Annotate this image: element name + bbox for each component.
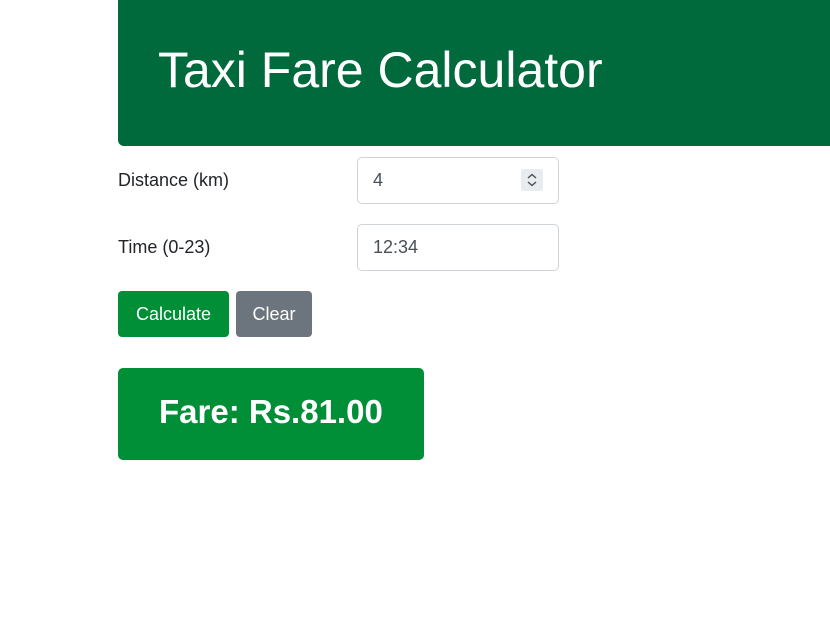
clear-button[interactable]: Clear — [236, 291, 312, 337]
fare-result-box: Fare: Rs.81.00 — [118, 368, 424, 460]
time-input[interactable]: 12:34 — [357, 224, 559, 271]
distance-input[interactable]: 4 — [357, 157, 559, 204]
distance-row: Distance (km) 4 — [118, 157, 559, 204]
fare-result-text: Fare: Rs.81.00 — [159, 393, 383, 430]
time-row: Time (0-23) 12:34 — [118, 224, 559, 271]
distance-input-value: 4 — [373, 170, 384, 190]
number-spinner-icon[interactable] — [521, 169, 543, 191]
time-input-value: 12:34 — [373, 237, 419, 257]
calculate-button[interactable]: Calculate — [118, 291, 229, 337]
header-banner: Taxi Fare Calculator — [118, 0, 830, 146]
page: Taxi Fare Calculator Distance (km) 4 Tim… — [0, 0, 830, 638]
time-label: Time (0-23) — [118, 237, 211, 257]
distance-label: Distance (km) — [118, 170, 230, 190]
page-title: Taxi Fare Calculator — [158, 42, 603, 98]
